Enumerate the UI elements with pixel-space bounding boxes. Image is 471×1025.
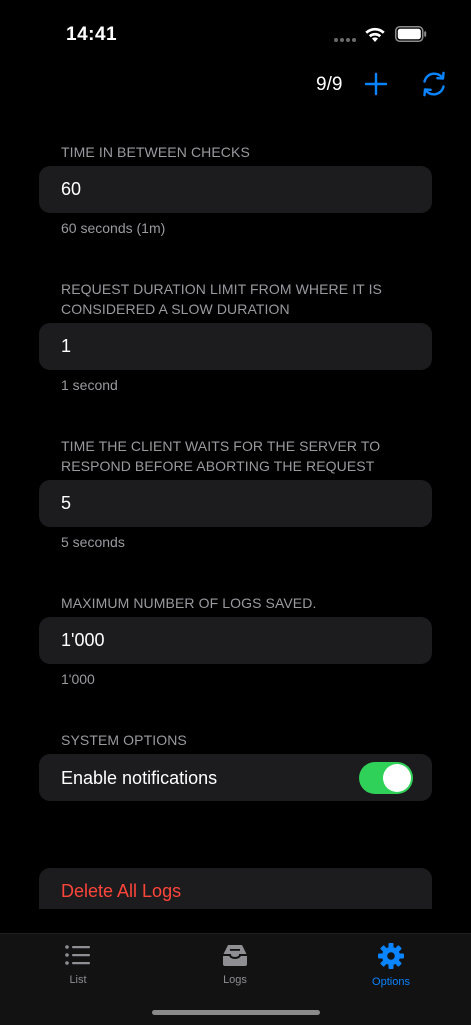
tab-logs-label: Logs bbox=[223, 974, 247, 986]
tab-options[interactable]: Options bbox=[346, 942, 436, 992]
navigation-bar: 9/9 bbox=[0, 66, 471, 106]
tab-options-label: Options bbox=[372, 976, 410, 988]
plus-icon bbox=[364, 72, 388, 96]
check-interval-input[interactable] bbox=[61, 179, 401, 200]
cellular-signal-icon bbox=[334, 38, 356, 42]
delete-all-logs-button[interactable]: Delete All Logs bbox=[39, 868, 432, 909]
tab-list-label: List bbox=[69, 974, 87, 986]
wifi-icon bbox=[365, 27, 385, 42]
notifications-row: Enable notifications bbox=[39, 754, 432, 801]
toggle-knob bbox=[383, 764, 411, 792]
slow-duration-field[interactable] bbox=[39, 323, 432, 370]
delete-all-logs-label: Delete All Logs bbox=[61, 881, 182, 901]
timeout-header: Time the client waits for the server to … bbox=[61, 438, 381, 474]
slow-duration-header: Request duration limit from where it is … bbox=[61, 281, 382, 317]
timeout-field[interactable] bbox=[39, 480, 432, 527]
timeout-input[interactable] bbox=[61, 493, 401, 514]
check-interval-header: Time in between checks bbox=[61, 144, 250, 160]
refresh-icon bbox=[423, 71, 445, 97]
slow-duration-input[interactable] bbox=[61, 336, 401, 357]
max-logs-input[interactable] bbox=[61, 630, 401, 651]
refresh-button[interactable] bbox=[419, 69, 449, 99]
tab-logs[interactable]: Logs bbox=[190, 942, 280, 992]
timeout-footer: 5 seconds bbox=[61, 534, 125, 550]
max-logs-footer: 1'000 bbox=[61, 671, 95, 687]
notifications-label: Enable notifications bbox=[61, 768, 218, 788]
status-bar: 14:41 bbox=[0, 0, 471, 60]
status-time: 14:41 bbox=[66, 24, 118, 45]
tab-list[interactable]: List bbox=[33, 942, 123, 992]
max-logs-header: Maximum number of logs saved. bbox=[61, 595, 317, 611]
list-icon bbox=[65, 945, 90, 965]
monitor-counter: 9/9 bbox=[316, 74, 343, 95]
home-indicator bbox=[152, 1010, 320, 1015]
tray-icon bbox=[223, 945, 247, 966]
battery-icon bbox=[395, 26, 427, 42]
gear-icon bbox=[378, 943, 404, 969]
check-interval-field[interactable] bbox=[39, 166, 432, 213]
slow-duration-footer: 1 second bbox=[61, 377, 118, 393]
max-logs-field[interactable] bbox=[39, 617, 432, 664]
notifications-toggle[interactable] bbox=[359, 762, 413, 794]
add-button[interactable] bbox=[362, 70, 390, 98]
system-options-header: System options bbox=[61, 732, 187, 748]
check-interval-footer: 60 seconds (1m) bbox=[61, 220, 166, 236]
